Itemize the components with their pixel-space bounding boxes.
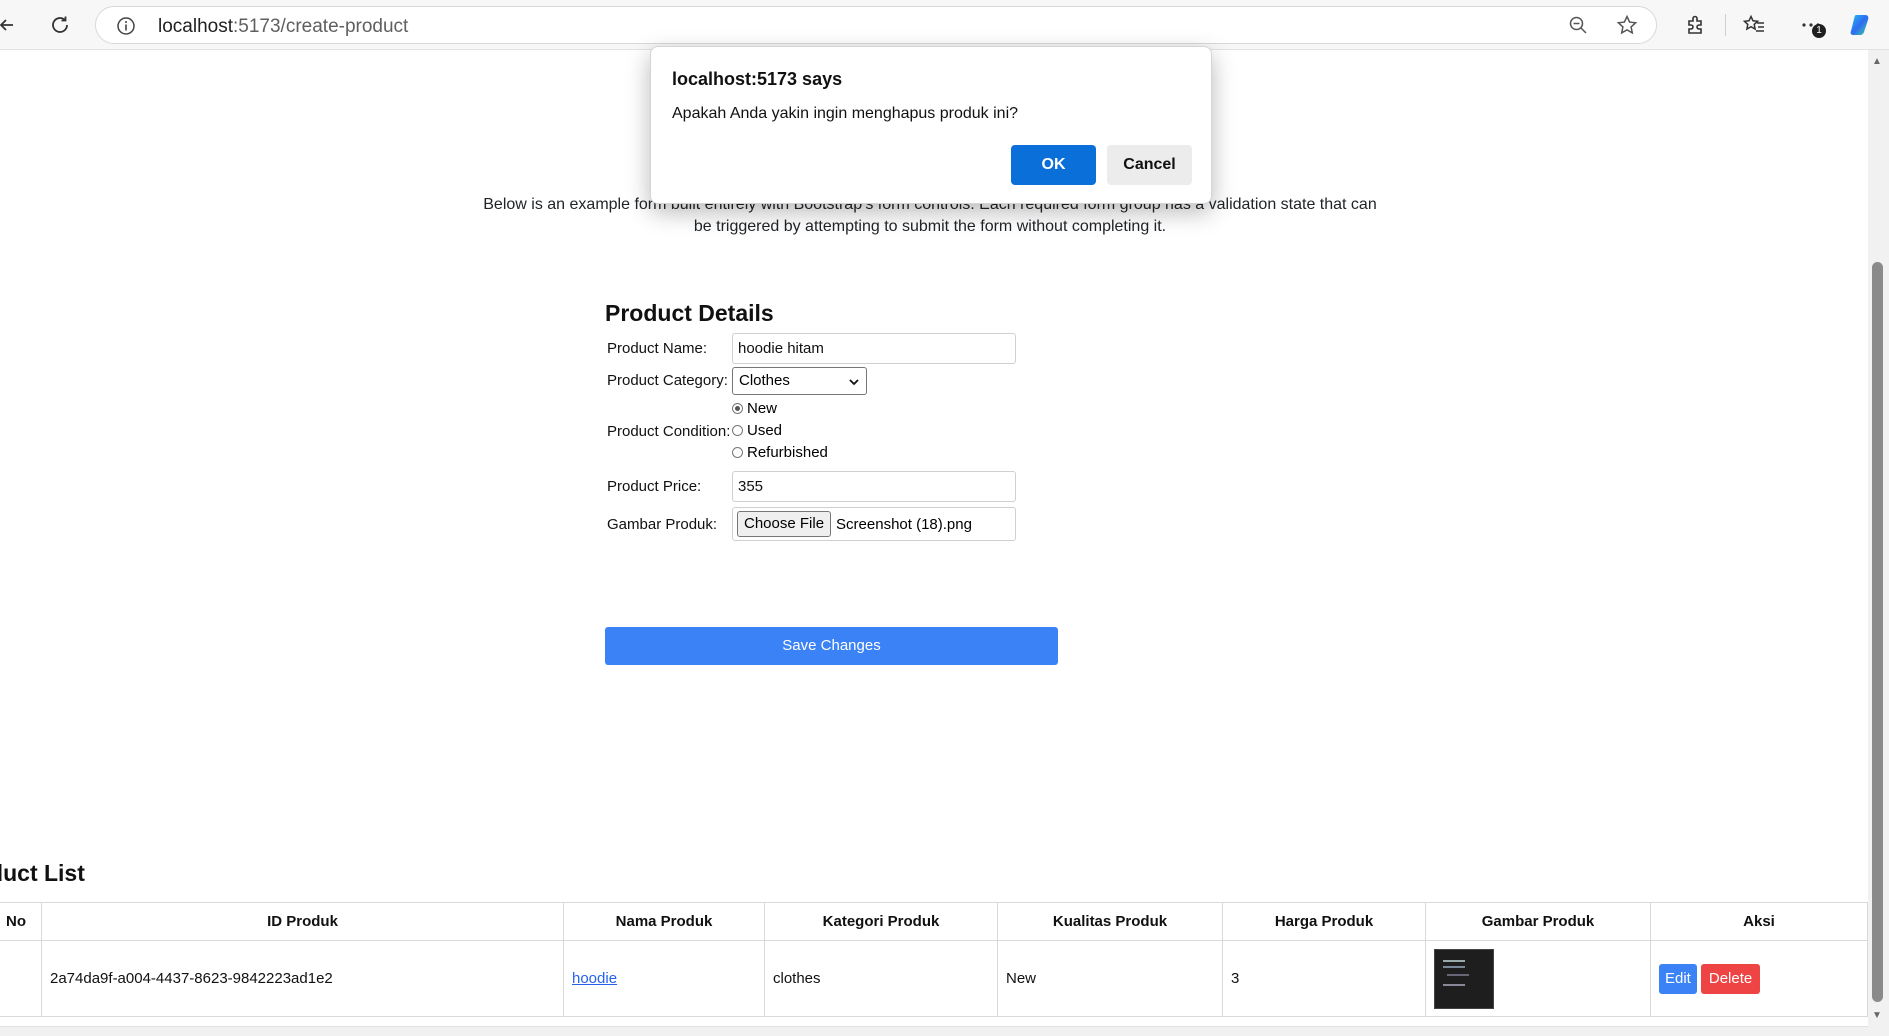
favorite-star-icon[interactable]: [1616, 14, 1638, 41]
product-thumbnail: [1434, 948, 1494, 1009]
header-no: No: [0, 902, 42, 941]
radio-refurbished[interactable]: [732, 446, 743, 458]
zoom-out-icon[interactable]: [1568, 15, 1588, 40]
product-price-input[interactable]: 355: [732, 471, 1016, 502]
form-title: Product Details: [605, 300, 774, 326]
product-name-link[interactable]: hoodie: [572, 970, 617, 987]
scrollbar-thumb[interactable]: [1872, 262, 1883, 1002]
notification-badge: 1: [1812, 24, 1826, 38]
radio-option-new[interactable]: New: [732, 397, 828, 419]
header-id: ID Produk: [41, 902, 564, 941]
product-list-title: oduct List: [0, 860, 85, 886]
product-price-label: Product Price:: [607, 478, 702, 495]
cell-quality: New: [997, 940, 1223, 1017]
horizontal-scrollbar[interactable]: [0, 1026, 1868, 1036]
product-name-input[interactable]: hoodie hitam: [732, 333, 1016, 364]
file-name: Screenshot (18).png: [836, 515, 972, 533]
product-condition-row: Product Condition: New Used Refurbished: [605, 397, 1065, 467]
table-row: 2a74da9f-a004-4437-8623-9842223ad1e2 hoo…: [0, 940, 1868, 1017]
header-image: Gambar Produk: [1425, 902, 1651, 941]
product-category-value: Clothes: [739, 372, 790, 389]
save-changes-button[interactable]: Save Changes: [605, 627, 1058, 665]
extensions-icon[interactable]: [1681, 11, 1709, 39]
header-quality: Kualitas Produk: [997, 902, 1223, 941]
choose-file-button[interactable]: Choose File: [737, 511, 832, 537]
dialog-message: Apakah Anda yakin ingin menghapus produk…: [672, 105, 1019, 122]
cell-no: [0, 940, 42, 1017]
header-category: Kategori Produk: [764, 902, 998, 941]
address-bar[interactable]: localhost:5173/create-product: [95, 6, 1657, 44]
cancel-button[interactable]: Cancel: [1107, 145, 1192, 185]
radio-option-used[interactable]: Used: [732, 419, 828, 441]
product-condition-label: Product Condition:: [607, 423, 731, 440]
header-name: Nama Produk: [563, 902, 765, 941]
scroll-down-arrow-icon[interactable]: ▼: [1872, 1010, 1882, 1021]
product-name-label: Product Name:: [607, 340, 708, 357]
back-icon[interactable]: [0, 10, 22, 40]
confirm-dialog: localhost:5173 says Apakah Anda yakin in…: [650, 46, 1212, 204]
copilot-icon[interactable]: [1848, 11, 1876, 39]
product-category-select[interactable]: Clothes: [732, 367, 867, 395]
product-form: Product Details Product Name: hoodie hit…: [605, 300, 1065, 541]
cell-price: 3: [1222, 940, 1426, 1017]
product-name-row: Product Name: hoodie hitam: [605, 333, 1065, 365]
browser-toolbar: localhost:5173/create-product 1: [0, 0, 1889, 50]
toolbar-divider: [1725, 14, 1726, 36]
product-image-row: Gambar Produk: Choose File Screenshot (1…: [605, 507, 1065, 541]
product-category-row: Product Category: Clothes: [605, 365, 1065, 397]
product-table: No ID Produk Nama Produk Kategori Produk…: [0, 902, 1868, 1017]
url-text: localhost:5173/create-product: [158, 16, 409, 37]
product-category-label: Product Category:: [607, 372, 728, 389]
radio-refurbished-label: Refurbished: [747, 443, 828, 461]
radio-new-label: New: [747, 399, 778, 417]
radio-option-refurbished[interactable]: Refurbished: [732, 441, 828, 463]
header-price: Harga Produk: [1222, 902, 1426, 941]
edit-button[interactable]: Edit: [1659, 963, 1697, 994]
product-image-file-input: Choose File Screenshot (18).png: [732, 507, 1016, 541]
radio-new[interactable]: [732, 402, 743, 414]
cell-id: 2a74da9f-a004-4437-8623-9842223ad1e2: [41, 940, 564, 1017]
site-info-icon[interactable]: [116, 16, 136, 41]
ok-button[interactable]: OK: [1011, 145, 1096, 185]
reload-icon[interactable]: [45, 10, 75, 40]
chevron-down-icon: [848, 375, 860, 392]
scroll-up-arrow-icon[interactable]: ▲: [1872, 56, 1882, 67]
dialog-title: localhost:5173 says: [672, 69, 843, 89]
delete-button[interactable]: Delete: [1700, 963, 1761, 994]
cell-category: clothes: [764, 940, 998, 1017]
condition-radio-group: New Used Refurbished: [732, 397, 828, 463]
product-price-row: Product Price: 355: [605, 471, 1065, 503]
cell-actions: Edit Delete: [1650, 940, 1868, 1017]
header-actions: Aksi: [1650, 902, 1868, 941]
product-image-label: Gambar Produk:: [607, 516, 718, 533]
radio-used[interactable]: [732, 424, 743, 436]
table-header-row: No ID Produk Nama Produk Kategori Produk…: [0, 902, 1868, 941]
favorites-icon[interactable]: [1740, 11, 1768, 39]
radio-used-label: Used: [747, 421, 783, 439]
cell-name: hoodie: [563, 940, 765, 1017]
cell-image: [1425, 940, 1651, 1017]
